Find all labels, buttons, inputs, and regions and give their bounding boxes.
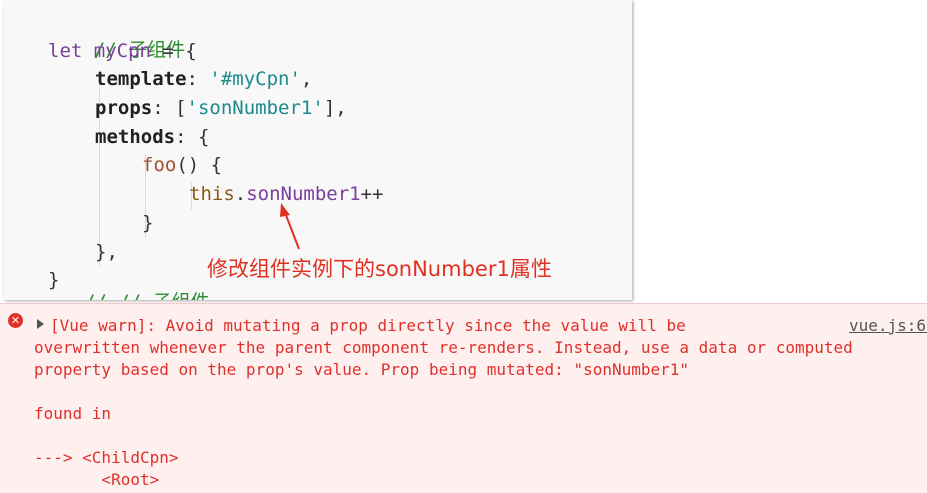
warning-line-3: property based on the prop's value. Prop… [34,360,690,379]
template-value: '#myCpn' [209,68,301,90]
this-keyword: this [189,183,235,205]
code-line-close-foo: } [142,212,154,234]
code-line-increment: this.sonNumber1++ [189,183,384,205]
code-line-foo: foo() { [142,151,222,179]
code-line-close-object: } [48,269,60,291]
clipped-next-line: // // 子组件 [84,290,210,300]
error-circle-icon: ✕ [8,313,23,328]
code-line-close-methods: }, [95,241,118,263]
source-link[interactable]: vue.js:634 [849,315,927,337]
increment-operator: ++ [360,183,384,205]
methods-key: methods [95,126,176,148]
assign-open: = { [150,40,197,62]
member-name: sonNumber1 [246,183,361,205]
expand-triangle-icon[interactable] [37,319,44,329]
warning-line-2: overwritten whenever the parent componen… [34,338,853,357]
function-signature: () { [176,154,223,176]
let-keyword: let [48,40,83,62]
code-line-template: template: '#myCpn', [95,68,313,90]
variable-name: myCpn [93,40,151,62]
console-warning-panel: ✕ [Vue warn]: Avoid mutating a prop dire… [0,303,927,493]
code-line-declaration: let myCpn = { [48,37,197,65]
template-key: template [95,68,187,90]
component-trace-2: <Root> [34,470,160,489]
code-line-props: props: ['sonNumber1'], [95,97,347,119]
component-trace-1: ---> <ChildCpn> [34,448,179,467]
found-in-label: found in [34,404,112,423]
warning-line-1: [Vue warn]: Avoid mutating a prop direct… [50,316,686,335]
annotation-label: 修改组件实例下的sonNumber1属性 [207,257,552,281]
code-line-methods: methods: { [95,126,210,148]
props-value: 'sonNumber1' [186,97,324,119]
function-name: foo [142,154,177,176]
props-key: props [95,97,153,119]
code-line-comment: // 子组件 [48,8,185,61]
